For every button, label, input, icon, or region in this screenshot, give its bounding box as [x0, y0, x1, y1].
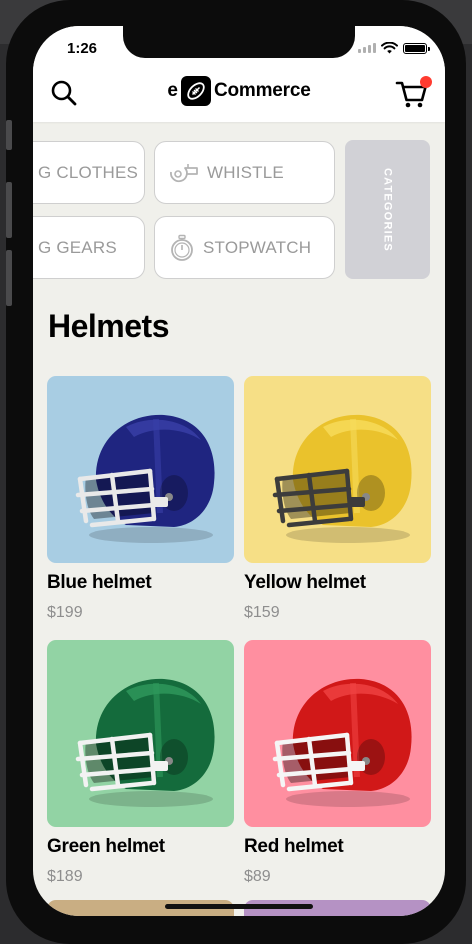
- chip-label: WHISTLE: [207, 162, 284, 182]
- product-card[interactable]: Blue helmet $199: [47, 376, 234, 622]
- app-header: e Commerce: [33, 70, 445, 122]
- whistle-icon: [169, 162, 199, 184]
- product-image: [47, 640, 234, 827]
- device-notch: [123, 26, 355, 58]
- product-image: [244, 640, 431, 827]
- product-price: $199: [47, 604, 83, 621]
- brand-prefix: e: [167, 80, 178, 101]
- product-card[interactable]: Red helmet $89: [244, 640, 431, 886]
- product-card[interactable]: Yellow helmet $159: [244, 376, 431, 622]
- volume-up-button: [6, 182, 12, 238]
- product-name: Red helmet: [244, 836, 344, 857]
- cart-button[interactable]: [395, 76, 432, 110]
- category-chip-stopwatch[interactable]: STOPWATCH: [154, 216, 335, 279]
- categories-label: CATEGORIES: [381, 167, 394, 252]
- helmet-icon: [75, 678, 215, 807]
- category-chip-gears[interactable]: G GEARS: [33, 216, 145, 279]
- product-name: Blue helmet: [47, 572, 152, 593]
- cart-notification-badge: [420, 76, 432, 88]
- wifi-icon: [381, 42, 398, 54]
- main-content: G CLOTHES WHISTLE G GEARS STOPWATCH CATE…: [33, 122, 445, 916]
- product-image: [244, 376, 431, 563]
- helmet-icon: [75, 414, 215, 543]
- mute-switch: [6, 120, 12, 150]
- status-time: 1:26: [67, 40, 98, 57]
- section-title: Helmets: [48, 308, 170, 344]
- app-screen: 1:26 e Commerce G CLOTHES WHISTLE G GEAR…: [33, 26, 445, 916]
- football-icon: [180, 76, 211, 106]
- product-price: $159: [244, 604, 280, 621]
- volume-down-button: [6, 250, 12, 306]
- product-name: Yellow helmet: [244, 572, 366, 593]
- stopwatch-icon: [169, 234, 195, 262]
- brand-logo: e Commerce: [33, 76, 445, 106]
- product-image: [47, 376, 234, 563]
- chip-label: G GEARS: [38, 237, 117, 257]
- home-indicator: [165, 904, 313, 909]
- category-chip-clothes[interactable]: G CLOTHES: [33, 141, 145, 204]
- categories-button[interactable]: CATEGORIES: [345, 140, 430, 279]
- category-chip-whistle[interactable]: WHISTLE: [154, 141, 335, 204]
- status-icons: [358, 42, 430, 54]
- product-price: $89: [244, 868, 271, 885]
- device-stage: 1:26 e Commerce G CLOTHES WHISTLE G GEAR…: [0, 0, 472, 944]
- brand-name: Commerce: [213, 80, 311, 101]
- product-name: Green helmet: [47, 836, 165, 857]
- helmet-icon: [272, 678, 412, 807]
- helmet-icon: [272, 414, 412, 543]
- chip-label: STOPWATCH: [203, 237, 312, 257]
- battery-icon: [403, 42, 430, 54]
- cellular-signal-icon: [358, 43, 376, 53]
- chip-label: G CLOTHES: [38, 162, 139, 182]
- product-price: $189: [47, 868, 83, 885]
- product-card[interactable]: Green helmet $189: [47, 640, 234, 886]
